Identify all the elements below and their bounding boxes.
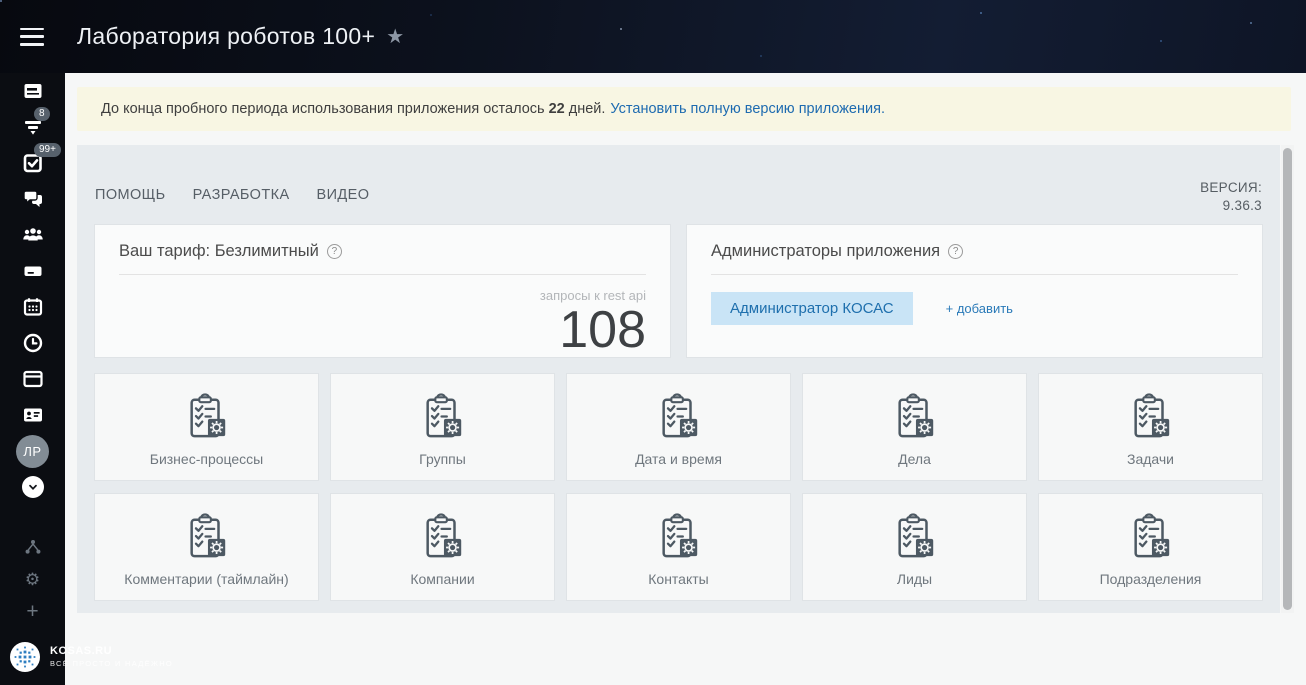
- tile-label: Контакты: [648, 571, 708, 587]
- vendor-slogan: ВСЁ ПРОСТО И НАДЁЖНО: [50, 659, 173, 668]
- sidebar-item-feed[interactable]: 8: [0, 109, 65, 145]
- clipboard-gear-icon: [420, 512, 466, 562]
- trial-text-after: дней.: [569, 101, 606, 117]
- clipboard-gear-icon: [184, 392, 230, 442]
- sidebar-collapse-toggle[interactable]: [0, 469, 65, 505]
- menu-hamburger-icon[interactable]: [20, 28, 44, 46]
- avatar: ЛР: [16, 435, 49, 468]
- tile-label: Компании: [410, 571, 474, 587]
- tariff-card: Ваш тариф: Безлимитный ? запросы к rest …: [95, 225, 670, 357]
- tile-activities[interactable]: Дела: [803, 374, 1026, 480]
- sidebar-tool-add[interactable]: +: [0, 595, 65, 627]
- clipboard-gear-icon: [892, 512, 938, 562]
- plus-icon: +: [26, 601, 38, 622]
- tile-label: Лиды: [897, 571, 932, 587]
- sidebar-item-employees[interactable]: [0, 217, 65, 253]
- tab-help[interactable]: ПОМОЩЬ: [95, 187, 166, 205]
- tile-departments[interactable]: Подразделения: [1039, 494, 1262, 600]
- trial-banner: До конца пробного периода использования …: [77, 87, 1291, 131]
- tab-development[interactable]: РАЗРАБОТКА: [193, 187, 290, 205]
- tile-label: Дела: [898, 451, 931, 467]
- tile-comments-timeline[interactable]: Комментарии (таймлайн): [95, 494, 318, 600]
- clock-icon: [21, 331, 45, 355]
- chevron-down-icon: [22, 476, 44, 498]
- browser-window-icon: [21, 367, 45, 391]
- drive-icon: [21, 259, 45, 283]
- tile-leads[interactable]: Лиды: [803, 494, 1026, 600]
- tile-label: Бизнес-процессы: [150, 451, 263, 467]
- clipboard-gear-icon: [420, 392, 466, 442]
- trial-days: 22: [549, 101, 565, 117]
- install-full-version-link[interactable]: Установить полную версию приложения.: [610, 101, 885, 117]
- tile-label: Комментарии (таймлайн): [124, 571, 288, 587]
- tab-video[interactable]: ВИДЕО: [317, 187, 370, 205]
- sidebar-item-worktime[interactable]: [0, 325, 65, 361]
- feed-badge: 8: [34, 107, 50, 121]
- clipboard-gear-icon: [1128, 512, 1174, 562]
- tile-label: Группы: [419, 451, 466, 467]
- divider: [711, 274, 1238, 275]
- sidebar-tool-sitemap[interactable]: [0, 531, 65, 563]
- top-bar: Лаборатория роботов 100+ ★: [0, 0, 1306, 73]
- admin-chip[interactable]: Администратор КОСАС: [711, 292, 913, 325]
- tile-companies[interactable]: Компании: [331, 494, 554, 600]
- clipboard-gear-icon: [656, 512, 702, 562]
- version-label: ВЕРСИЯ:: [1200, 179, 1262, 197]
- sidebar-user-avatar[interactable]: ЛР: [0, 433, 65, 469]
- sidebar-item-calendar[interactable]: [0, 289, 65, 325]
- tile-label: Задачи: [1127, 451, 1174, 467]
- tile-groups[interactable]: Группы: [331, 374, 554, 480]
- tile-business-processes[interactable]: Бизнес-процессы: [95, 374, 318, 480]
- version-value: 9.36.3: [1200, 197, 1262, 215]
- tile-date-time[interactable]: Дата и время: [567, 374, 790, 480]
- vendor-brand: KOSAS.RU: [50, 645, 173, 659]
- page-title: Лаборатория роботов 100+: [77, 23, 375, 50]
- clipboard-gear-icon: [892, 392, 938, 442]
- help-icon[interactable]: ?: [327, 244, 342, 259]
- calendar-icon: [21, 295, 45, 319]
- sidebar-item-crm-contact[interactable]: [0, 397, 65, 433]
- admins-card: Администраторы приложения ? Администрато…: [687, 225, 1262, 357]
- people-group-icon: [20, 223, 46, 247]
- trial-text: До конца пробного периода использования …: [101, 101, 545, 117]
- live-feed-icon: [21, 79, 45, 103]
- divider: [119, 274, 646, 275]
- clipboard-gear-icon: [184, 512, 230, 562]
- clipboard-gear-icon: [656, 392, 702, 442]
- frame-header: ПОМОЩЬ РАЗРАБОТКА ВИДЕО ВЕРСИЯ: 9.36.3: [95, 145, 1262, 205]
- feature-tiles-grid: Бизнес-процессы Группы Дата и время Дела…: [95, 374, 1262, 613]
- sidebar-item-tasks[interactable]: 99+: [0, 145, 65, 181]
- admins-card-title: Администраторы приложения: [711, 242, 940, 261]
- tariff-card-title: Ваш тариф: Безлимитный: [119, 242, 319, 261]
- tile-contacts[interactable]: Контакты: [567, 494, 790, 600]
- sidebar-item-messenger[interactable]: [0, 181, 65, 217]
- rest-api-counter-value: 108: [119, 304, 646, 356]
- add-admin-link[interactable]: + добавить: [946, 301, 1013, 316]
- content-scrollbar[interactable]: [1281, 145, 1294, 613]
- left-sidebar: 8 99+: [0, 73, 65, 685]
- tile-label: Подразделения: [1100, 571, 1202, 587]
- sitemap-icon: [23, 537, 43, 557]
- tabs: ПОМОЩЬ РАЗРАБОТКА ВИДЕО: [95, 179, 369, 205]
- sidebar-tool-settings[interactable]: ⚙: [0, 563, 65, 595]
- sidebar-item-live-feed[interactable]: [0, 73, 65, 109]
- sidebar-item-drive[interactable]: [0, 253, 65, 289]
- sidebar-item-sites[interactable]: [0, 361, 65, 397]
- vendor-logo-icon: [9, 641, 41, 673]
- tasks-badge: 99+: [34, 143, 61, 157]
- scrollbar-thumb[interactable]: [1283, 148, 1292, 610]
- chat-bubbles-icon: [21, 187, 45, 211]
- contact-card-icon: [21, 403, 45, 427]
- clipboard-gear-icon: [1128, 392, 1174, 442]
- app-content-frame: ПОМОЩЬ РАЗРАБОТКА ВИДЕО ВЕРСИЯ: 9.36.3 В…: [77, 145, 1280, 613]
- version-info: ВЕРСИЯ: 9.36.3: [1200, 179, 1262, 205]
- tile-label: Дата и время: [635, 451, 722, 467]
- vendor-logo: KOSAS.RU ВСЁ ПРОСТО И НАДЁЖНО: [9, 641, 173, 673]
- gear-icon: ⚙: [25, 571, 40, 588]
- favorite-star-icon[interactable]: ★: [386, 24, 404, 49]
- tile-tasks[interactable]: Задачи: [1039, 374, 1262, 480]
- main-area: До конца пробного периода использования …: [65, 73, 1306, 685]
- help-icon[interactable]: ?: [948, 244, 963, 259]
